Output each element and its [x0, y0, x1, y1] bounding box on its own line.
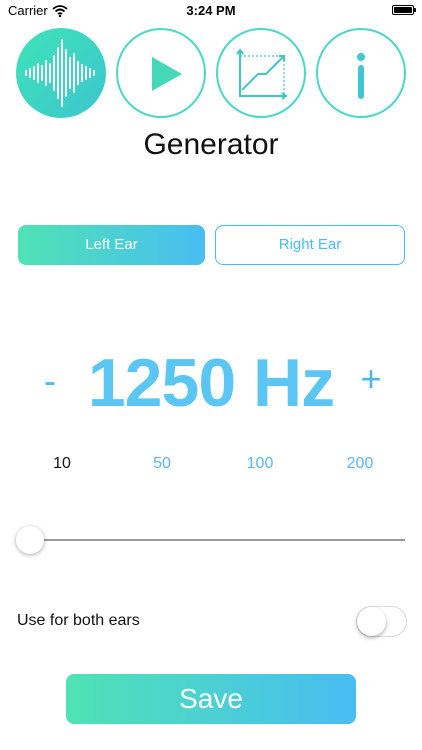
tab-graph[interactable]	[216, 28, 306, 118]
both-ears-label: Use for both ears	[17, 612, 140, 629]
tab-play[interactable]	[116, 28, 206, 118]
status-bar: Carrier 3:24 PM	[0, 0, 422, 22]
both-ears-toggle[interactable]	[356, 606, 407, 637]
left-ear-button[interactable]: Left Ear	[18, 225, 205, 265]
step-option-50[interactable]: 50	[137, 455, 187, 473]
step-option-10[interactable]: 10	[37, 455, 87, 473]
frequency-slider-track[interactable]	[30, 539, 405, 541]
chart-icon	[236, 48, 288, 100]
tab-generator[interactable]	[16, 28, 106, 118]
step-option-100[interactable]: 100	[235, 455, 285, 473]
frequency-slider-thumb[interactable]	[16, 526, 44, 554]
page-title: Generator	[143, 128, 279, 161]
increase-frequency-button[interactable]: +	[356, 358, 386, 400]
play-icon	[152, 57, 182, 91]
step-option-200[interactable]: 200	[335, 455, 385, 473]
waveform-icon	[25, 39, 95, 107]
battery-icon	[392, 5, 416, 15]
tab-info[interactable]	[316, 28, 406, 118]
right-ear-button[interactable]: Right Ear	[215, 225, 405, 265]
clock: 3:24 PM	[186, 3, 236, 18]
save-button[interactable]: Save	[66, 674, 356, 724]
info-icon	[357, 53, 365, 99]
